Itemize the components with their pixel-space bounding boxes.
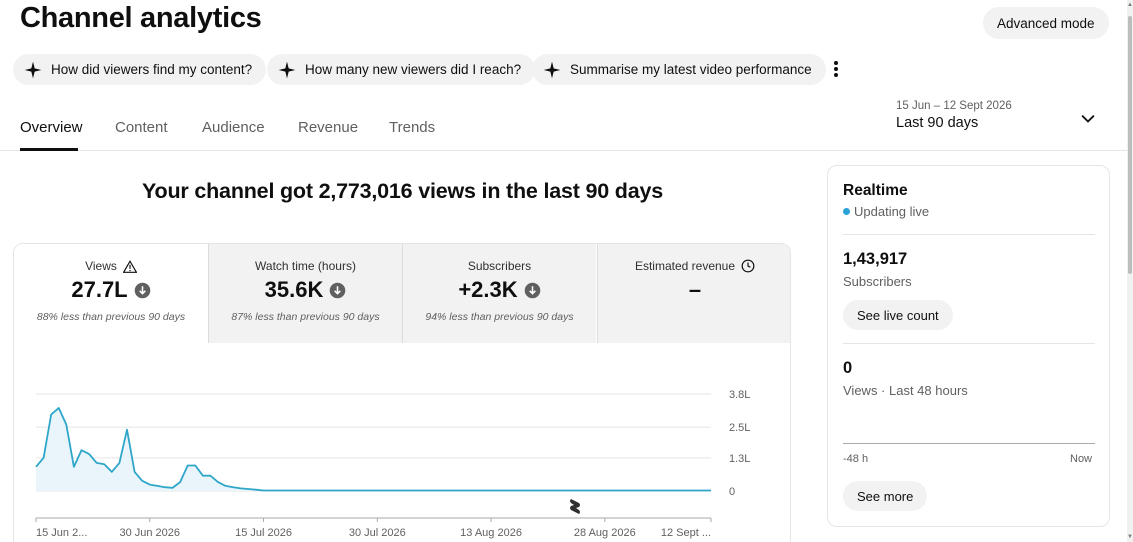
metric-comparison: 94% less than previous 90 days [425, 311, 574, 323]
chip-label: How did viewers find my content? [51, 62, 253, 77]
x-tick-label: 15 Jun 2... [36, 527, 87, 539]
realtime-title: Realtime [843, 182, 908, 199]
tab-content[interactable]: Content [115, 119, 168, 136]
x-tick-label: 12 Sept ... [661, 527, 711, 539]
live-dot-icon [843, 208, 850, 215]
clock-icon[interactable] [741, 259, 755, 273]
more-options-button[interactable] [823, 56, 849, 82]
shorts-icon-shape [570, 499, 580, 514]
tab-trends[interactable]: Trends [389, 119, 435, 136]
shorts-icon [570, 499, 580, 514]
tab-audience[interactable]: Audience [202, 119, 265, 136]
see-more-button[interactable]: See more [843, 481, 928, 511]
scroll-up-arrow-icon[interactable]: ▲ [1127, 2, 1133, 8]
metric-value: +2.3K [458, 277, 518, 302]
metric-comparison: 88% less than previous 90 days [36, 311, 186, 323]
metric-value-row: – [598, 277, 790, 303]
realtime-subscribers-label: Subscribers [843, 274, 912, 289]
metric-tab-revenue[interactable]: Estimated revenue – [597, 244, 790, 343]
metric-value-row: +2.3K [403, 277, 596, 303]
chip-label: Summarise my latest video performance [570, 62, 812, 77]
realtime-views-count: 0 [843, 359, 853, 377]
y-tick-label: 0 [729, 486, 735, 498]
scrollbar[interactable]: ▲ ▼ [1127, 0, 1133, 542]
page-title: Channel analytics [20, 2, 262, 34]
metric-value: 27.7L [71, 277, 128, 302]
divider [843, 234, 1095, 235]
metric-tab-subscribers[interactable]: Subscribers +2.3K 94% less than previous… [402, 244, 596, 343]
y-tick-label: 2.5L [729, 422, 750, 434]
metric-title-row: Estimated revenue [598, 259, 790, 273]
sparkle-icon [543, 61, 561, 78]
realtime-subscribers-count: 1,43,917 [843, 250, 908, 268]
suggestion-chip-new-viewers[interactable]: How many new viewers did I reach? [267, 54, 536, 85]
metric-value: – [688, 277, 702, 302]
metric-title: Subscribers [467, 259, 532, 273]
views-headline: Your channel got 2,773,016 views in the … [142, 179, 663, 203]
metric-tab-views[interactable]: Views 27.7L 88% less than previous 90 da… [14, 244, 208, 343]
sparkle-icon [278, 61, 296, 78]
x-tick-label: 30 Jul 2026 [349, 527, 406, 539]
realtime-status-text: Updating live [854, 204, 930, 219]
advanced-mode-button[interactable]: Advanced mode [983, 7, 1109, 39]
metric-value-row: 35.6K [209, 277, 402, 303]
more-vertical-icon [834, 61, 838, 77]
metric-comparison: 87% less than previous 90 days [231, 311, 380, 323]
metric-title: Estimated revenue [634, 259, 736, 273]
arrow-down-circle-icon [524, 282, 540, 298]
divider [843, 343, 1095, 344]
active-tab-indicator [20, 148, 78, 151]
chevron-down-icon[interactable] [1078, 109, 1098, 129]
tab-overview[interactable]: Overview [20, 119, 83, 136]
suggestion-chip-latest-video[interactable]: Summarise my latest video performance [532, 54, 826, 85]
realtime-card: Realtime Updating live 1,43,917 Subscrib… [827, 165, 1110, 527]
metric-title: Watch time (hours) [255, 259, 356, 273]
metric-title-row: Subscribers [403, 259, 596, 273]
suggestion-chip-traffic[interactable]: How did viewers find my content? [13, 54, 267, 85]
x-tick-label: 15 Jul 2026 [235, 527, 292, 539]
metrics-card: Views 27.7L 88% less than previous 90 da… [13, 243, 791, 542]
metric-title-row: Watch time (hours) [209, 259, 402, 273]
tab-revenue[interactable]: Revenue [298, 119, 358, 136]
metric-tab-watch-time[interactable]: Watch time (hours) 35.6K 87% less than p… [208, 244, 402, 343]
views-chart[interactable]: 0 1.3L 2.5L 3.8L 15 Jun 2... 30 Jun 2026 15 Ju… [14, 343, 791, 542]
warning-icon[interactable] [122, 259, 137, 273]
chip-label: How many new viewers did I reach? [305, 62, 522, 77]
metric-title: Views [85, 259, 117, 273]
date-range-text[interactable]: 15 Jun – 12 Sept 2026 [896, 100, 1012, 112]
series-area [36, 408, 711, 491]
metric-value: 35.6K [264, 277, 324, 302]
date-range-label[interactable]: Last 90 days [896, 115, 978, 131]
realtime-chart-axis [843, 443, 1095, 444]
scroll-down-arrow-icon[interactable]: ▼ [1127, 534, 1133, 540]
see-live-count-button[interactable]: See live count [843, 300, 953, 330]
scrollbar-thumb[interactable] [1128, 16, 1132, 274]
y-tick-label: 1.3L [729, 453, 750, 465]
realtime-axis-start: -48 h [843, 453, 869, 465]
arrow-down-circle-icon [134, 282, 150, 298]
realtime-status: Updating live [843, 204, 929, 219]
realtime-axis-end: Now [1070, 453, 1093, 465]
arrow-down-circle-icon [330, 282, 346, 298]
x-tick-label: 13 Aug 2026 [460, 527, 522, 539]
metric-value-row: 27.7L [14, 277, 208, 303]
x-tick-label: 30 Jun 2026 [119, 527, 180, 539]
metric-title-row: Views [14, 259, 208, 273]
sparkle-icon [24, 61, 42, 78]
y-tick-label: 3.8L [729, 389, 750, 401]
realtime-views-label: Views · Last 48 hours [843, 383, 968, 398]
x-tick-label: 28 Aug 2026 [574, 527, 636, 539]
